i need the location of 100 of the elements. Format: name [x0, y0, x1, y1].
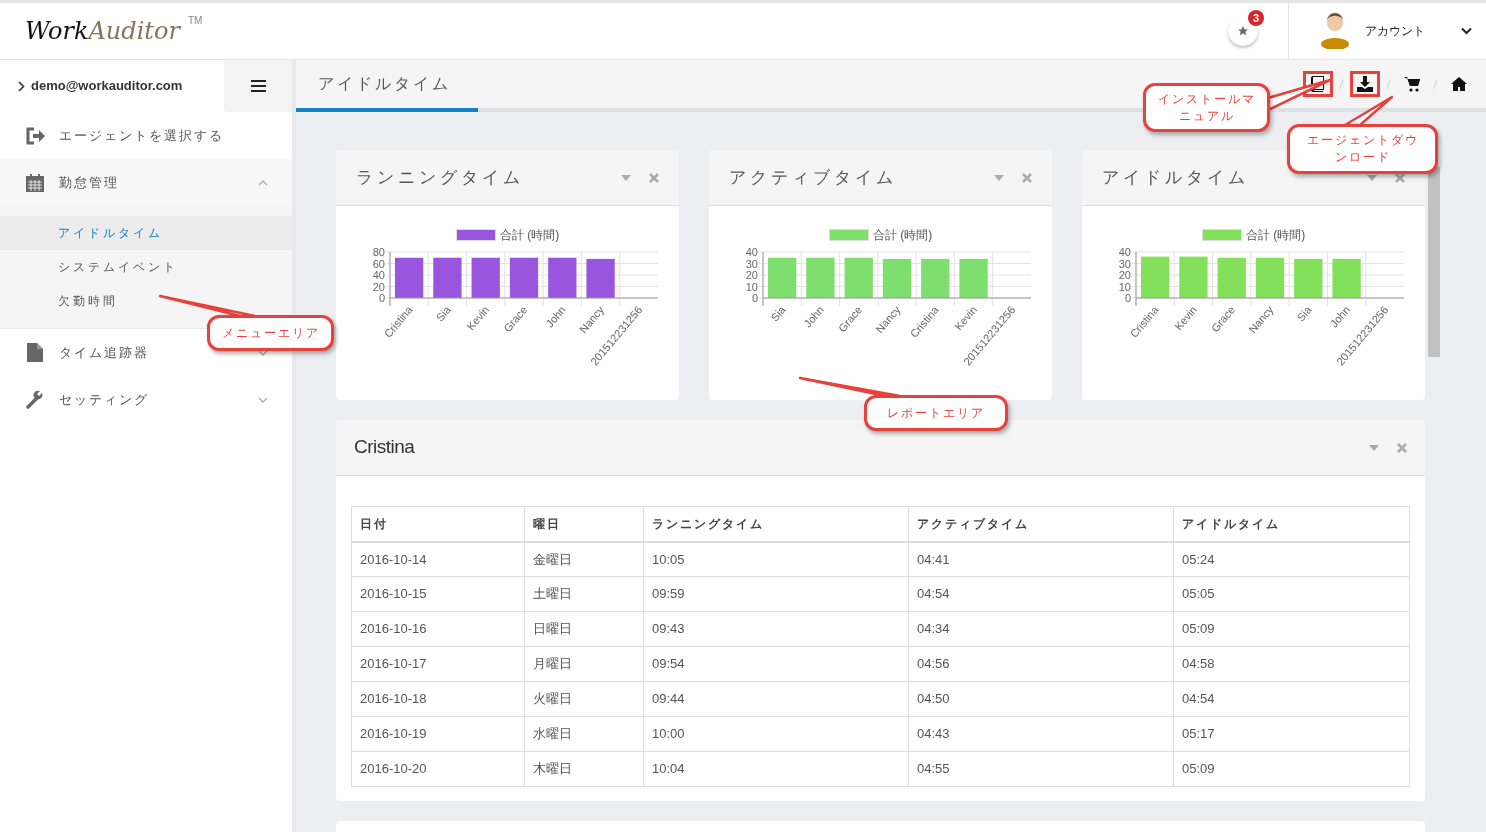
- table-cell: 日曜日: [524, 611, 644, 647]
- account-menu[interactable]: アカウント: [1365, 22, 1461, 40]
- table-cell: 04:55: [908, 751, 1174, 787]
- caret-down-icon[interactable]: [621, 174, 631, 181]
- table-cell: 2016-10-15: [351, 576, 525, 612]
- bar: [1255, 257, 1284, 298]
- axis-tick-label: 20: [745, 269, 758, 281]
- table-cell: 04:56: [908, 646, 1174, 682]
- caret-down-icon[interactable]: [994, 174, 1004, 181]
- axis-category-label: Sia: [1293, 303, 1314, 324]
- bar: [547, 257, 576, 298]
- table-cell: 04:50: [908, 681, 1174, 717]
- notification-badge: 3: [1248, 10, 1264, 26]
- table-cell: 10:05: [643, 541, 909, 577]
- close-icon[interactable]: [1022, 172, 1032, 183]
- table-cell: 2016-10-18: [351, 681, 525, 717]
- column-header: 日付: [351, 506, 525, 542]
- favorites-button[interactable]: [1228, 16, 1258, 46]
- bar: [920, 258, 949, 298]
- axis-tick-label: 40: [372, 269, 385, 281]
- bar: [509, 257, 538, 298]
- star-icon: [1237, 25, 1249, 37]
- bar: [1293, 258, 1322, 298]
- axis-tick-label: 0: [378, 292, 385, 304]
- toolbar-button[interactable]: [1350, 71, 1380, 97]
- table-cell: 04:41: [908, 541, 1174, 577]
- table-cell: 05:09: [1173, 751, 1410, 787]
- table-cell: 04:34: [908, 611, 1174, 647]
- menu-icon: [250, 80, 266, 92]
- card-title: アイドルタイム: [1102, 166, 1250, 189]
- axis-tick-label: 40: [1118, 246, 1131, 258]
- axis-tick-label: 10: [745, 280, 758, 293]
- table-cell: 火曜日: [524, 681, 644, 717]
- table-cell: 09:44: [643, 681, 909, 717]
- chevron-down-icon: [258, 396, 268, 403]
- table-cell: 2016-10-14: [351, 541, 525, 577]
- table-cell: 金曜日: [524, 541, 644, 577]
- table-cell: 09:43: [643, 611, 909, 647]
- table-cell: 05:05: [1173, 576, 1410, 612]
- axis-tick-label: 0: [751, 292, 758, 304]
- table-cell: 04:54: [1173, 681, 1410, 717]
- home-icon: [1451, 76, 1467, 92]
- axis-tick-label: 30: [745, 257, 758, 270]
- bar: [805, 257, 835, 298]
- user-email: demo@workauditor.com: [31, 77, 183, 96]
- table-cell: 05:24: [1173, 541, 1410, 577]
- table-cell: 09:59: [643, 576, 909, 612]
- column-header: アクティブタイム: [908, 506, 1174, 542]
- submenu-item[interactable]: アイドルタイム: [0, 216, 292, 250]
- download-icon: [1357, 76, 1373, 92]
- card-title: アクティブタイム: [729, 166, 898, 189]
- close-icon[interactable]: [1395, 172, 1405, 183]
- wrench-icon: [26, 390, 44, 409]
- table-cell: 木曜日: [524, 751, 644, 787]
- legend-label: 合計 (時間): [1245, 227, 1306, 244]
- cart-icon: [1404, 76, 1420, 92]
- panel-title: Cristina: [354, 435, 416, 460]
- chevron-up-icon: [258, 179, 268, 186]
- table-cell: 09:54: [643, 646, 909, 682]
- bar: [394, 257, 423, 298]
- legend-label: 合計 (時間): [872, 227, 933, 244]
- menu-item[interactable]: セッティング: [0, 376, 292, 423]
- table-cell: 月曜日: [524, 646, 644, 682]
- menu-toggle-button[interactable]: [224, 60, 292, 112]
- legend-label: 合計 (時間): [499, 227, 560, 244]
- submenu-item[interactable]: 欠勤時間: [0, 284, 292, 318]
- axis-tick-label: 20: [372, 280, 385, 293]
- axis-tick-label: 60: [372, 257, 385, 270]
- bar: [585, 258, 615, 298]
- column-header: ランニングタイム: [643, 506, 909, 542]
- close-icon[interactable]: [1397, 442, 1407, 453]
- calendar-icon: [26, 173, 44, 192]
- annotation-tooltip: メニューエリア: [207, 315, 334, 351]
- table-cell: 04:43: [908, 716, 1174, 752]
- submenu-item[interactable]: システムイベント: [0, 250, 292, 284]
- chevron-right-icon: [18, 80, 25, 92]
- table-cell: 2016-10-16: [351, 611, 525, 647]
- caret-down-icon[interactable]: [1369, 444, 1379, 451]
- axis-tick-label: 0: [1124, 292, 1131, 304]
- table-cell: 10:04: [643, 751, 909, 787]
- page-tab[interactable]: アイドルタイム: [296, 60, 478, 112]
- close-icon[interactable]: [649, 172, 659, 183]
- bar: [844, 257, 873, 298]
- bar: [471, 257, 500, 298]
- menu-item[interactable]: エージェントを選択する: [0, 112, 292, 159]
- axis-tick-label: 40: [745, 246, 758, 258]
- table-cell: 10:00: [643, 716, 909, 752]
- column-header: アイドルタイム: [1173, 506, 1410, 542]
- column-header: 曜日: [524, 506, 644, 542]
- chevron-down-icon: [1461, 27, 1472, 35]
- scrollbar[interactable]: [1428, 167, 1440, 357]
- avatar-icon: [1319, 13, 1351, 49]
- bar: [1178, 256, 1208, 298]
- bar: [882, 258, 911, 298]
- logo-text: Auditor: [88, 16, 180, 47]
- axis-tick-label: 30: [1118, 257, 1131, 270]
- axis-tick-label: 10: [1118, 280, 1131, 293]
- exit-icon: [25, 126, 45, 145]
- bar: [1331, 258, 1361, 298]
- table-cell: 2016-10-20: [351, 751, 525, 787]
